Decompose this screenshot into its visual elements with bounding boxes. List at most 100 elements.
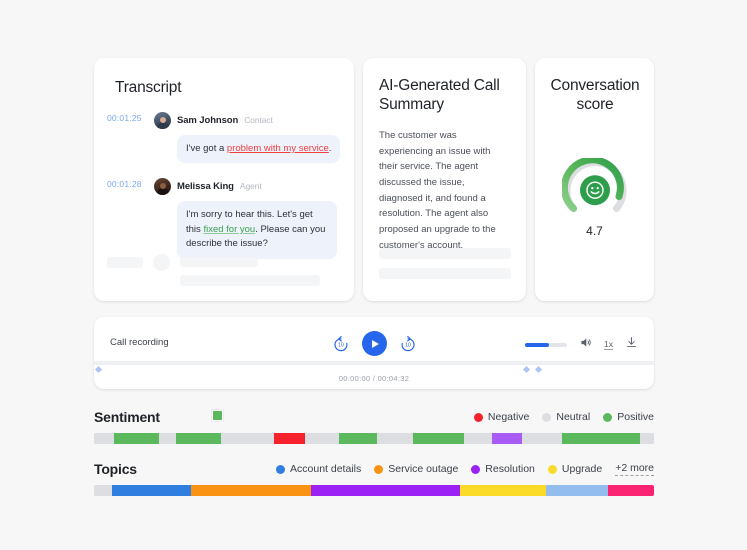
- skeleton-avatar: [153, 254, 170, 271]
- message-timestamp: 00:01:28: [107, 179, 142, 190]
- legend-label: Negative: [487, 411, 530, 423]
- sentiment-segment[interactable]: [463, 433, 492, 444]
- legend-dot-icon: [471, 464, 481, 474]
- topics-legend: Account details Service outage Resolutio…: [276, 462, 654, 476]
- legend-dot-icon: [547, 464, 557, 474]
- sentiment-segment[interactable]: [561, 433, 640, 444]
- legend-item-negative[interactable]: Negative: [473, 411, 530, 423]
- message-role: Agent: [239, 181, 262, 192]
- conversation-score-title: Conversation score: [550, 77, 640, 114]
- conversation-score-card: Conversation score 4.7: [535, 58, 654, 301]
- sentiment-segment[interactable]: [639, 433, 654, 444]
- topic-segment[interactable]: [546, 485, 609, 496]
- svg-text:10: 10: [338, 342, 344, 348]
- sentiment-segment[interactable]: [158, 433, 176, 444]
- bubble-highlight[interactable]: problem with my service: [227, 143, 329, 154]
- topics-header: Topics Account details Service outage Re…: [94, 457, 654, 481]
- sentiment-legend: Negative Neutral Positive: [473, 411, 654, 423]
- sentiment-bar[interactable]: [94, 433, 654, 444]
- sentiment-segment[interactable]: [273, 433, 305, 444]
- legend-dot-icon: [542, 412, 552, 422]
- download-icon[interactable]: [625, 336, 638, 354]
- sentiment-segment[interactable]: [94, 433, 115, 444]
- smiley-face-icon: [579, 175, 610, 206]
- sentiment-segment[interactable]: [491, 433, 523, 444]
- legend-item-account-details[interactable]: Account details: [276, 463, 361, 475]
- contact-avatar: [154, 111, 171, 129]
- legend-label: Service outage: [388, 463, 459, 475]
- transcript-message-list: 00:01:25 Sam Johnson Contact I've got a …: [94, 110, 354, 259]
- sentiment-segment[interactable]: [220, 433, 274, 444]
- legend-dot-icon: [374, 464, 384, 474]
- topic-segment[interactable]: [311, 485, 460, 496]
- legend-item-service-outage[interactable]: Service outage: [374, 463, 458, 475]
- bubble-highlight[interactable]: fixed for you: [203, 224, 255, 235]
- message-speaker: Sam Johnson: [177, 114, 239, 126]
- player-right-controls: 1x: [525, 336, 638, 354]
- call-recording-player: Call recording 10 10 1x 00:00:00 / 00:04…: [94, 317, 654, 389]
- timeline-marker[interactable]: [534, 365, 543, 374]
- legend-item-resolution[interactable]: Resolution: [471, 463, 535, 475]
- play-icon[interactable]: [361, 331, 387, 356]
- topic-segment[interactable]: [94, 485, 113, 496]
- legend-item-neutral[interactable]: Neutral: [542, 411, 590, 423]
- topics-bar[interactable]: [94, 485, 654, 496]
- skeleton-line: [180, 275, 320, 286]
- summary-body: The customer was experiencing an issue w…: [379, 130, 496, 251]
- bubble-text-before: I've got a: [186, 143, 227, 154]
- skeleton-line: [180, 257, 258, 267]
- cards-row: Transcript 00:01:25 Sam Johnson Contact …: [94, 58, 654, 301]
- legend-dot-icon: [276, 464, 286, 474]
- player-time-readout: 00:00:00 / 00:04:32: [338, 374, 410, 383]
- legend-label: Resolution: [485, 463, 535, 475]
- skeleton-timestamp: [107, 257, 143, 268]
- speaker-icon[interactable]: [579, 336, 592, 354]
- sentiment-segment[interactable]: [377, 433, 414, 444]
- timeline-marker[interactable]: [522, 365, 531, 374]
- sentiment-segment[interactable]: [522, 433, 562, 444]
- message-bubble[interactable]: I've got a problem with my service.: [177, 135, 341, 164]
- sentiment-title: Sentiment: [94, 409, 160, 425]
- transcript-message[interactable]: 00:01:28 Melissa King Agent I'm sorry to…: [94, 176, 354, 259]
- timeline-marker[interactable]: [94, 365, 103, 374]
- volume-slider-fill: [525, 343, 549, 347]
- sentiment-hover-indicator: [212, 410, 223, 421]
- legend-label: Upgrade: [561, 463, 603, 475]
- sentiment-segment[interactable]: [114, 433, 159, 444]
- sentiment-segment[interactable]: [339, 433, 378, 444]
- topic-segment[interactable]: [190, 485, 312, 496]
- message-bubble[interactable]: I'm sorry to hear this. Let's get this f…: [177, 201, 337, 259]
- score-gauge: [561, 158, 628, 220]
- message-timestamp: 00:01:25: [107, 113, 142, 123]
- legend-item-positive[interactable]: Positive: [603, 411, 654, 423]
- legend-label: Neutral: [556, 411, 591, 423]
- playback-speed-button[interactable]: 1x: [604, 339, 613, 351]
- transcript-message[interactable]: 00:01:25 Sam Johnson Contact I've got a …: [94, 110, 354, 164]
- topic-segment[interactable]: [608, 485, 654, 496]
- agent-avatar: [154, 177, 171, 195]
- sentiment-section: Sentiment Negative Neutral Positive: [94, 405, 654, 444]
- topics-more-link[interactable]: +2 more: [615, 462, 654, 476]
- sentiment-segment[interactable]: [175, 433, 221, 444]
- summary-card: AI-Generated Call Summary The customer w…: [363, 58, 526, 301]
- topics-title: Topics: [94, 461, 137, 477]
- topics-section: Topics Account details Service outage Re…: [94, 457, 654, 496]
- topic-segment[interactable]: [112, 485, 191, 496]
- player-timeline-track[interactable]: [94, 361, 654, 374]
- forward-10-icon[interactable]: 10: [399, 335, 417, 353]
- legend-item-upgrade[interactable]: Upgrade: [547, 463, 603, 475]
- message-role: Contact: [244, 115, 273, 125]
- app-root: Transcript 00:01:25 Sam Johnson Contact …: [0, 0, 747, 550]
- topic-segment[interactable]: [459, 485, 547, 496]
- legend-label: Positive: [617, 411, 654, 423]
- replay-10-icon[interactable]: 10: [332, 335, 350, 353]
- legend-label: Account details: [290, 463, 362, 475]
- sentiment-segment[interactable]: [413, 433, 464, 444]
- score-value: 4.7: [586, 224, 603, 238]
- play-triangle: [371, 339, 379, 348]
- bubble-text-after: .: [328, 143, 332, 154]
- skeleton-line: [379, 248, 511, 259]
- sentiment-segment[interactable]: [304, 433, 340, 444]
- svg-text:10: 10: [405, 342, 411, 348]
- volume-slider[interactable]: [525, 343, 568, 347]
